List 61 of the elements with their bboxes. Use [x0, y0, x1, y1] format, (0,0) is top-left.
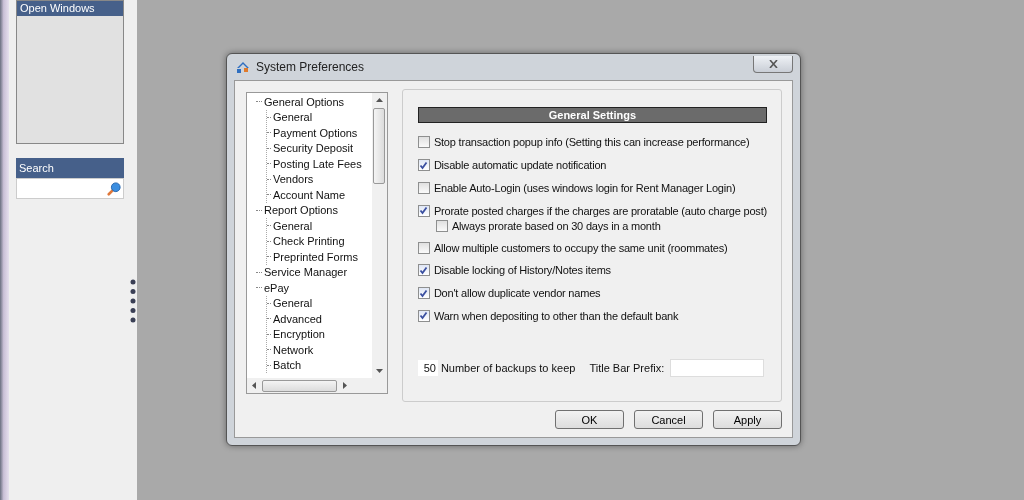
tree-item[interactable]: Batch — [272, 359, 303, 372]
search-field[interactable] — [16, 178, 124, 199]
checkbox[interactable] — [417, 309, 430, 322]
splitter-grip-icon[interactable] — [130, 279, 136, 323]
field-label: Title Bar Prefix: — [589, 362, 665, 374]
panel-header: Open Windows — [17, 1, 123, 16]
tree-item[interactable]: Check Printing — [272, 235, 346, 248]
checkbox[interactable] — [417, 287, 430, 300]
option-label: Allow multiple customers to occupy the same unit (roommates) — [433, 241, 728, 254]
option-label: Disable locking of History/Notes items — [433, 264, 611, 277]
scroll-up-icon[interactable] — [375, 98, 383, 102]
tree-item[interactable]: Service Manager — [263, 266, 349, 279]
tree-item[interactable]: Preprinted Forms — [272, 250, 359, 263]
option-label: Always prorate based on 30 days in a month — [451, 219, 661, 232]
close-button[interactable] — [753, 55, 793, 73]
scroll-left-icon[interactable] — [252, 382, 256, 389]
app-icon — [236, 61, 250, 73]
backups-field[interactable]: 50 — [417, 360, 438, 376]
window-title: System Preferences — [256, 60, 365, 74]
section-header: General Settings — [417, 107, 767, 123]
checkbox[interactable] — [417, 182, 430, 194]
horizontal-scrollbar[interactable] — [247, 378, 387, 393]
checkbox[interactable] — [435, 219, 448, 232]
option-label: Disable automatic update notification — [433, 159, 607, 172]
checkbox[interactable] — [417, 241, 430, 254]
tree-item[interactable]: Report Options — [263, 204, 339, 217]
checkbox[interactable] — [417, 159, 430, 172]
tree-item[interactable]: General — [272, 297, 314, 310]
vertical-scrollbar[interactable] — [371, 93, 387, 378]
checkbox[interactable] — [417, 264, 430, 277]
dialog-button[interactable]: Cancel — [634, 410, 703, 429]
option-label: Prorate posted charges if the charges are proratable (auto charge post) — [433, 204, 767, 217]
panel-header: Search — [16, 158, 124, 178]
scroll-thumb[interactable] — [373, 108, 386, 184]
tree-item[interactable]: Security Deposit — [272, 142, 355, 155]
tree-item[interactable]: Advanced — [272, 312, 323, 325]
scroll-thumb[interactable] — [262, 379, 337, 392]
option-label: Enable Auto-Login (uses windows login for Rent Manager Login) — [433, 182, 736, 194]
tree-item[interactable]: General — [272, 219, 314, 232]
option-label: Stop transaction popup info (Setting this can increase performance) — [433, 136, 750, 149]
prefix-field[interactable] — [670, 359, 765, 377]
checkbox[interactable] — [417, 204, 430, 217]
dialog-button[interactable]: Apply — [713, 410, 782, 429]
tree-item[interactable]: General — [272, 111, 314, 124]
tree-item[interactable]: ePay — [263, 281, 291, 294]
tree-item[interactable]: Posting Late Fees — [272, 157, 363, 170]
tree-item[interactable]: General Options — [263, 95, 346, 108]
option-label: Don't allow duplicate vendor names — [433, 287, 601, 300]
tree-item[interactable]: Vendors — [272, 173, 315, 186]
tree-item[interactable]: Network — [272, 343, 315, 356]
search-icon[interactable] — [107, 180, 121, 197]
tree-item[interactable]: Payment Options — [272, 126, 359, 139]
dialog-button[interactable]: OK — [555, 410, 624, 429]
scroll-down-icon[interactable] — [375, 369, 383, 373]
scroll-right-icon[interactable] — [343, 382, 347, 389]
option-label: Warn when depositing to other than the default bank — [433, 309, 679, 322]
close-icon — [768, 59, 778, 68]
field-label: Number of backups to keep — [440, 362, 576, 374]
checkbox[interactable] — [417, 136, 430, 149]
tree-item[interactable]: Encryption — [272, 328, 326, 341]
tree-item[interactable]: Account Name — [272, 188, 347, 201]
